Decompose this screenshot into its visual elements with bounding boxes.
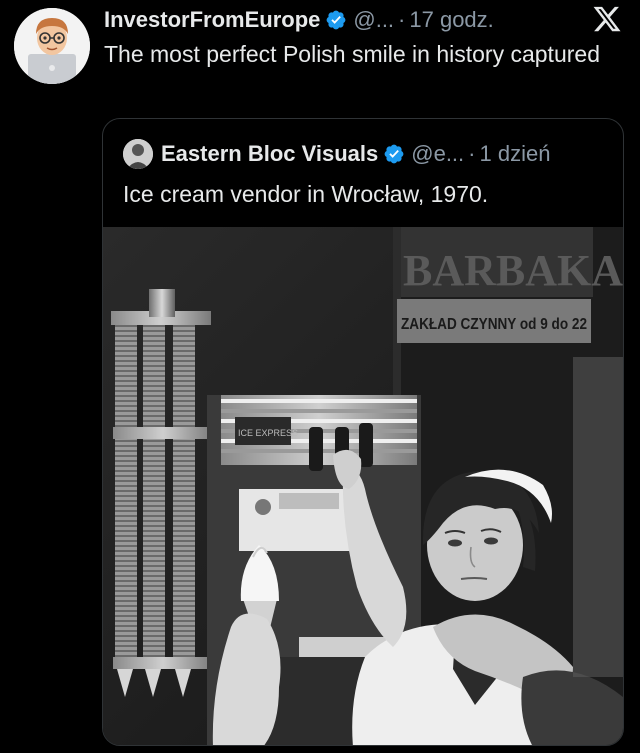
quoted-tweet[interactable]: Eastern Bloc Visuals @e... · 1 dzień Ice… [102,118,624,746]
tweet-timestamp[interactable]: 17 godz. [409,6,493,34]
header-separator: · [398,7,406,32]
author-name[interactable]: InvestorFromEurope [104,6,320,34]
verified-badge-icon [384,144,404,164]
ice-cream-vendor-photo: BARBAKAN ZAKŁAD CZYNNY od 9 do 22 [103,227,623,745]
tweet: InvestorFromEurope @... · 17 godz. The m… [0,0,640,753]
verified-badge-icon [326,10,346,30]
tweet-text: The most perfect Polish smile in history… [104,41,600,67]
author-handle[interactable]: @... [353,6,394,34]
author-avatar[interactable] [14,8,90,84]
quoted-tweet-timestamp[interactable]: 1 dzień [479,139,550,169]
x-logo-icon[interactable] [592,4,622,34]
quoted-tweet-text: Ice cream vendor in Wrocław, 1970. [123,181,489,207]
quoted-author-avatar[interactable] [123,139,153,169]
quoted-tweet-photo[interactable]: BARBAKAN ZAKŁAD CZYNNY od 9 do 22 [103,227,623,745]
tweet-header: InvestorFromEurope @... · 17 godz. [104,6,580,34]
vintage-photo-avatar-icon [123,139,153,169]
quoted-tweet-header: Eastern Bloc Visuals @e... · 1 dzień [123,139,550,169]
machine-label-text: ICE EXPRESS [238,428,298,438]
quoted-header-separator: · [468,141,476,166]
memoji-avatar-icon [14,8,90,84]
sign-top-text: BARBAKAN [403,246,623,295]
quoted-author-handle[interactable]: @e... [411,139,464,169]
sign-bottom-text: ZAKŁAD CZYNNY od 9 do 22 [401,316,587,333]
quoted-author-name[interactable]: Eastern Bloc Visuals [161,139,378,169]
